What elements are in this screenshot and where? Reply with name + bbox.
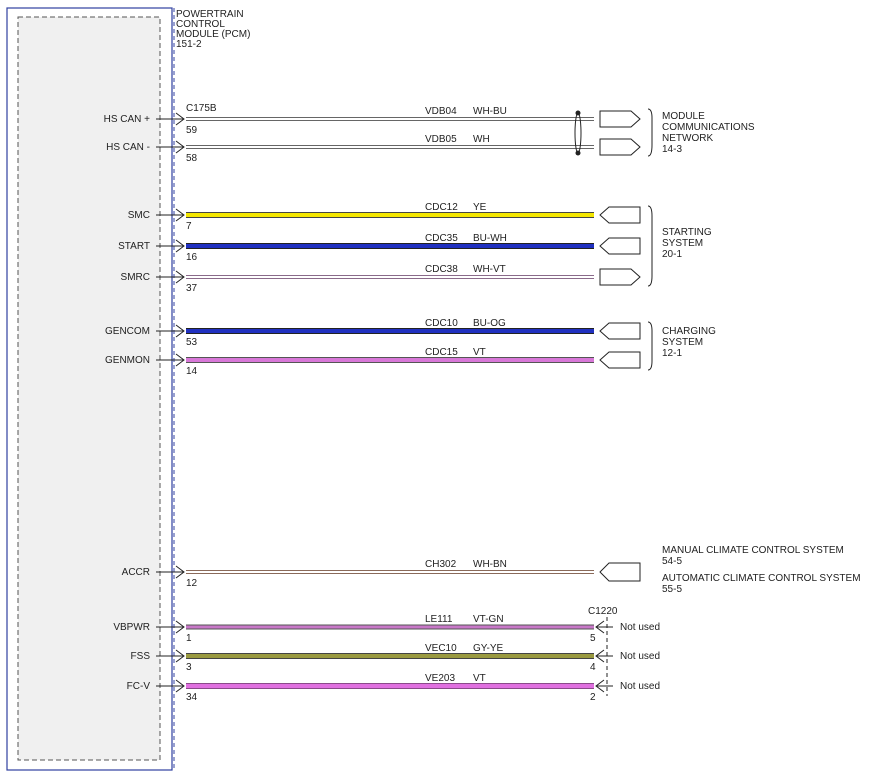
wire-color: WH-BN [473, 559, 507, 570]
right-pin-number: 2 [590, 692, 596, 703]
wire-color: YE [473, 202, 487, 213]
connector-arrow-icon [599, 110, 641, 128]
pin-label: FC-V [127, 681, 151, 692]
system-label-line: MANUAL CLIMATE CONTROL SYSTEM [662, 545, 844, 556]
wire-color: BU-WH [473, 233, 507, 244]
wire-color: GY-YE [473, 643, 504, 654]
module-title: POWERTRAIN CONTROL MODULE (PCM) 151-2 [176, 9, 250, 50]
connector-arrow-icon [599, 138, 641, 156]
system-label-line: SYSTEM [662, 238, 703, 249]
connector-arrow-icon [599, 562, 641, 582]
wire-fss: FSS 3 4 VEC10 GY-YE Not used [131, 643, 660, 673]
right-pin-number: 4 [590, 662, 596, 673]
system-label-line: COMMUNICATIONS [662, 122, 755, 133]
system-label-line: STARTING [662, 227, 712, 238]
system-label-manual-climate: MANUAL CLIMATE CONTROL SYSTEM 54-5 [662, 545, 844, 567]
circuit-code: CDC10 [425, 318, 458, 329]
wire-color: WH [473, 134, 490, 145]
wire-accr: ACCR 12 CH302 WH-BN [122, 559, 641, 589]
pin-number: 58 [186, 153, 198, 164]
connector-arrow-icon [599, 351, 641, 369]
wire-color: VT [473, 347, 486, 358]
circuit-code: CH302 [425, 559, 457, 570]
wire-hs-can-minus: HS CAN - 58 VDB05 WH [106, 134, 641, 164]
system-label-starting: STARTING SYSTEM 20-1 [662, 227, 712, 260]
wire-color: WH-VT [473, 264, 506, 275]
system-label-line: NETWORK [662, 133, 713, 144]
pin-number: 59 [186, 125, 198, 136]
system-label-automatic-climate: AUTOMATIC CLIMATE CONTROL SYSTEM 55-5 [662, 573, 861, 595]
connector-arrow-icon [599, 237, 641, 255]
connector-c175b-label: C175B [186, 103, 217, 114]
circuit-code: LE111 [425, 614, 453, 625]
connector-arrow-icon [599, 268, 641, 286]
wire-smrc: SMRC 37 CDC38 WH-VT [121, 264, 641, 294]
pin-number: 3 [186, 662, 192, 673]
wire-color: VT [473, 673, 486, 684]
circuit-code: CDC35 [425, 233, 458, 244]
system-braces [647, 108, 653, 371]
brace-icon [647, 205, 653, 287]
pin-label: GENMON [105, 355, 150, 366]
wires-group: HS CAN + 59 VDB04 WH-BU HS CAN - 58 VDB0… [104, 106, 660, 703]
system-label-line: 14-3 [662, 144, 682, 155]
pin-number: 7 [186, 221, 192, 232]
circuit-code: CDC38 [425, 264, 458, 275]
wire-gencom: GENCOM 53 CDC10 BU-OG [105, 318, 641, 348]
circuit-code: VDB04 [425, 106, 457, 117]
pin-label: HS CAN + [104, 114, 151, 125]
circuit-code: CDC12 [425, 202, 458, 213]
pin-number: 53 [186, 337, 198, 348]
not-used-note: Not used [620, 622, 660, 633]
wire-smc: SMC 7 CDC12 YE [128, 202, 641, 232]
pin-label: HS CAN - [106, 142, 150, 153]
brace-icon [647, 321, 653, 371]
circuit-code: VE203 [425, 673, 455, 684]
connector-c1220-label: C1220 [588, 606, 618, 617]
circuit-code: VEC10 [425, 643, 457, 654]
pin-number: 12 [186, 578, 198, 589]
system-label-line: 54-5 [662, 556, 682, 567]
wire-vbpwr: VBPWR 1 5 LE111 VT-GN Not used [113, 614, 660, 644]
circuit-code: CDC15 [425, 347, 458, 358]
wire-color: BU-OG [473, 318, 506, 329]
pin-label: ACCR [122, 567, 150, 578]
system-label-communications: MODULE COMMUNICATIONS NETWORK 14-3 [662, 111, 755, 155]
system-label-line: AUTOMATIC CLIMATE CONTROL SYSTEM [662, 573, 861, 584]
not-used-note: Not used [620, 651, 660, 662]
right-pin-number: 5 [590, 633, 596, 644]
system-label-line: 55-5 [662, 584, 682, 595]
pin-label: GENCOM [105, 326, 150, 337]
pin-number: 14 [186, 366, 198, 377]
wire-hs-can-plus: HS CAN + 59 VDB04 WH-BU [104, 106, 641, 136]
brace-icon [647, 108, 653, 157]
wire-start: START 16 CDC35 BU-WH [118, 233, 641, 263]
pin-label: VBPWR [113, 622, 150, 633]
connector-arrow-icon [599, 206, 641, 224]
pin-number: 37 [186, 283, 198, 294]
wire-genmon: GENMON 14 CDC15 VT [105, 347, 641, 377]
pin-label: START [118, 241, 150, 252]
system-label-line: 12-1 [662, 348, 682, 359]
pin-label: SMRC [121, 272, 150, 283]
pin-label: SMC [128, 210, 150, 221]
system-label-charging: CHARGING SYSTEM 12-1 [662, 326, 716, 359]
wire-color: WH-BU [473, 106, 507, 117]
module-title-line: 151-2 [176, 39, 202, 50]
pin-number: 34 [186, 692, 198, 703]
system-label-line: 20-1 [662, 249, 682, 260]
wire-fc-v: FC-V 34 2 VE203 VT Not used [127, 673, 660, 703]
wiring-diagram: POWERTRAIN CONTROL MODULE (PCM) 151-2 C1… [6, 7, 861, 771]
system-label-line: SYSTEM [662, 337, 703, 348]
pin-number: 16 [186, 252, 198, 263]
circuit-code: VDB05 [425, 134, 457, 145]
not-used-note: Not used [620, 681, 660, 692]
pin-number: 1 [186, 633, 192, 644]
system-label-line: CHARGING [662, 326, 716, 337]
connector-arrow-icon [599, 322, 641, 340]
system-label-line: MODULE [662, 111, 705, 122]
wire-color: VT-GN [473, 614, 504, 625]
pin-label: FSS [131, 651, 151, 662]
